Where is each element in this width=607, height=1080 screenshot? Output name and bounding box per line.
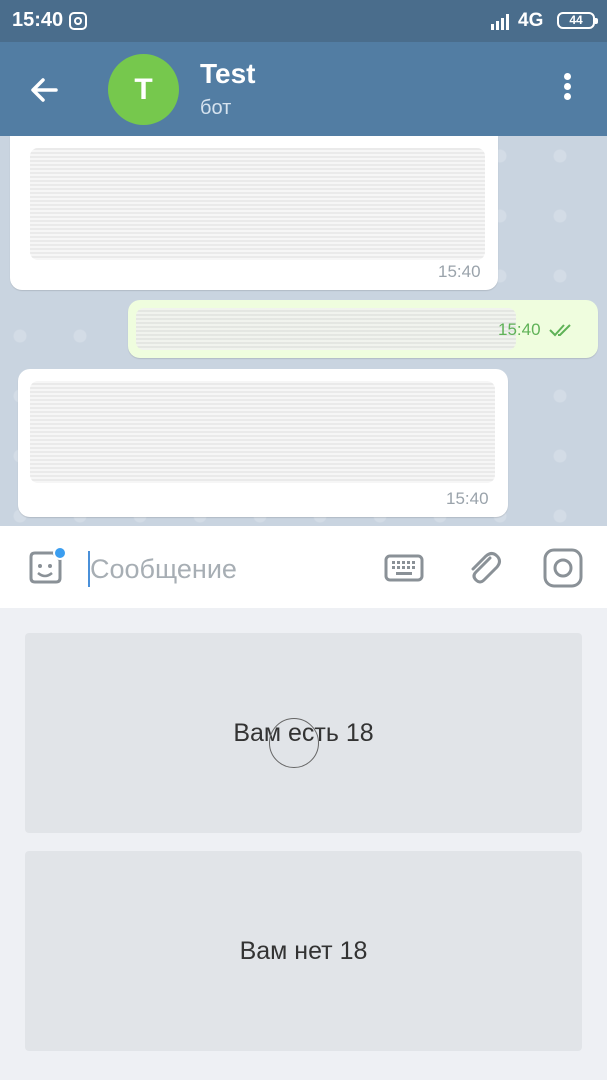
redacted-text — [30, 381, 495, 483]
touch-indicator — [269, 718, 319, 768]
camera-icon[interactable] — [543, 548, 583, 588]
message-bubble-incoming[interactable]: 15:40 — [18, 369, 508, 517]
back-arrow-icon[interactable] — [26, 72, 62, 108]
redacted-text — [30, 148, 485, 260]
keyboard-icon[interactable] — [384, 548, 424, 588]
bot-reply-keyboard: Вам есть 18 Вам нет 18 — [0, 608, 607, 1080]
signal-icon — [491, 14, 509, 30]
network-type: 4G — [518, 10, 544, 31]
instagram-icon — [69, 12, 87, 30]
battery-icon: 44 — [557, 12, 598, 29]
message-bubble-outgoing[interactable]: 15:40 — [128, 300, 598, 358]
chat-title[interactable]: Test — [200, 58, 256, 90]
message-time: 15:40 — [438, 262, 481, 281]
message-input-bar — [0, 526, 607, 608]
notification-dot — [53, 546, 67, 560]
message-time: 15:40 — [446, 489, 489, 508]
status-bar: 15:40 4G 44 — [0, 0, 607, 42]
avatar[interactable]: T — [108, 54, 179, 125]
reply-button-over-18[interactable]: Вам есть 18 — [25, 633, 582, 833]
paperclip-icon[interactable] — [464, 548, 504, 588]
status-time: 15:40 — [12, 9, 64, 31]
double-check-icon — [549, 324, 571, 337]
chat-subtitle: бот — [200, 97, 232, 119]
message-list[interactable]: 15:40 15:40 15:40 — [0, 136, 607, 526]
more-vert-icon[interactable] — [557, 70, 577, 110]
sticker-icon[interactable] — [26, 546, 67, 587]
reply-button-under-18[interactable]: Вам нет 18 — [25, 851, 582, 1051]
message-time: 15:40 — [498, 320, 541, 339]
chat-header: T Test бот — [0, 42, 607, 136]
reply-button-label: Вам нет 18 — [239, 937, 368, 965]
message-bubble-incoming[interactable]: 15:40 — [10, 136, 498, 290]
redacted-text — [136, 308, 516, 350]
message-input[interactable] — [90, 552, 370, 586]
